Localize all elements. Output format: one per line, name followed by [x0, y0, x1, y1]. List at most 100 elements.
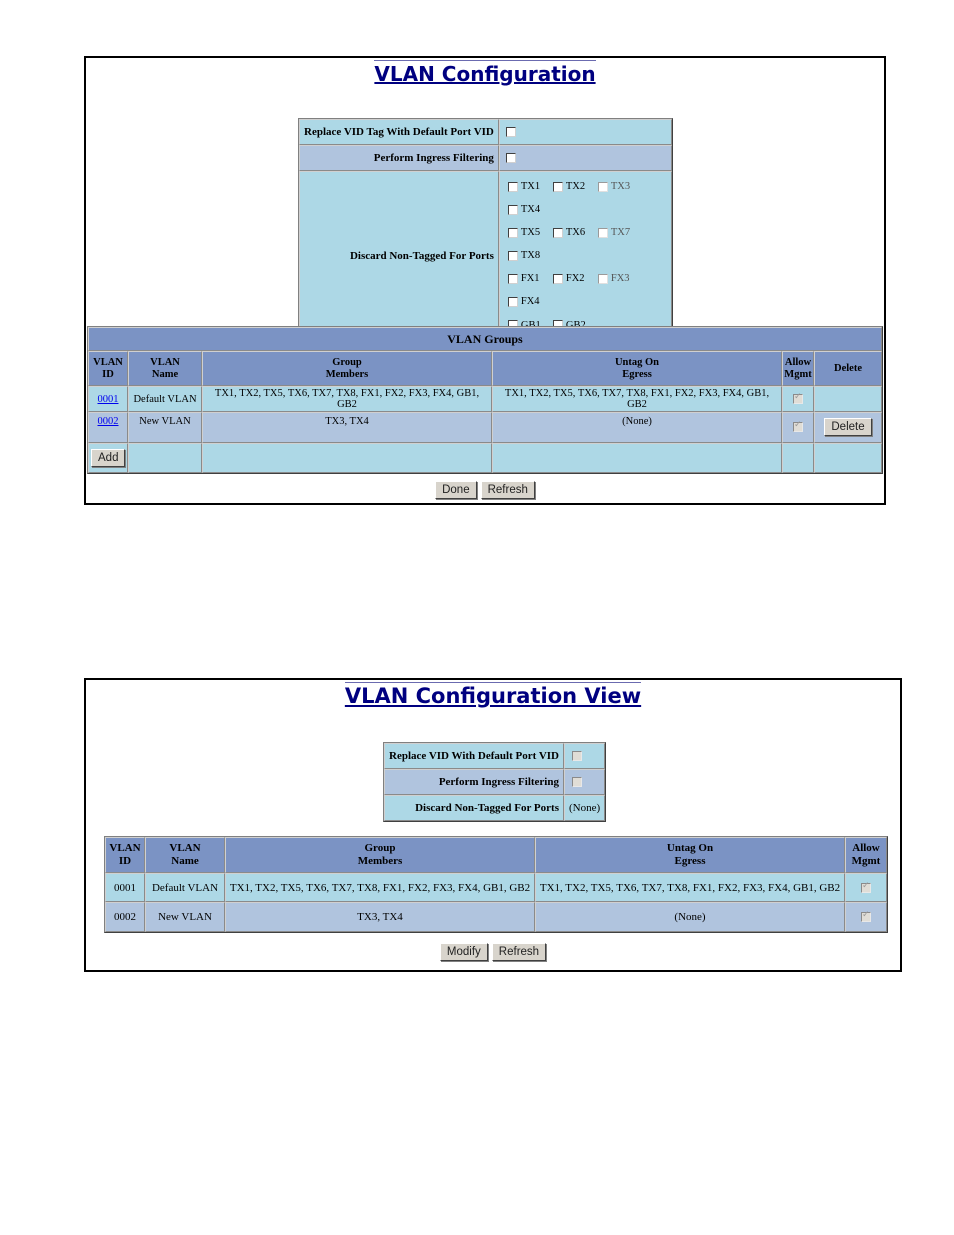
- refresh-button[interactable]: Refresh: [480, 481, 535, 499]
- table-header-row: VLAN ID VLAN Name Group Members Untag On Egr…: [88, 351, 882, 386]
- ingress-filtering-checkbox[interactable]: [505, 153, 516, 164]
- col-header-allow-mgmt: Allow Mgmt: [782, 351, 814, 386]
- allow-mgmt-checkbox: [861, 881, 871, 893]
- port-checkbox[interactable]: [507, 273, 518, 284]
- port-checkbox[interactable]: [552, 273, 563, 284]
- col-header-delete: Delete: [814, 351, 882, 386]
- replace-vid-checkbox[interactable]: [505, 127, 516, 138]
- port-checkbox[interactable]: [552, 227, 563, 238]
- untag-on-egress: (None): [535, 902, 845, 932]
- col-header-untag-on-egress: Untag On Egress: [535, 837, 845, 873]
- modify-button[interactable]: Modify: [439, 943, 488, 961]
- port-label: TX1: [520, 181, 541, 193]
- allow-mgmt-checkbox: [793, 392, 803, 405]
- col-header-group-members: Group Members: [202, 351, 492, 386]
- discard-non-tagged-label: Discard Non-Tagged For Ports: [299, 171, 499, 341]
- group-members: TX1, TX2, TX5, TX6, TX7, TX8, FX1, FX2, …: [202, 386, 492, 412]
- vlan-name: New VLAN: [128, 412, 202, 443]
- vlan-name: New VLAN: [145, 902, 225, 932]
- vlan-groups-caption: VLAN Groups: [88, 327, 882, 351]
- ingress-filtering-checkbox: [571, 777, 582, 788]
- port-label: TX6: [565, 227, 586, 239]
- discard-non-tagged-value: (None): [563, 795, 606, 821]
- port-option-fx1[interactable]: FX1: [507, 267, 553, 290]
- add-vlan-button[interactable]: Add: [91, 449, 126, 467]
- vlan-groups-table: VLAN Groups VLAN ID VLAN Name Group Members…: [87, 326, 883, 474]
- vlan-id-link[interactable]: 0001: [98, 394, 119, 405]
- port-option-fx4[interactable]: FX4: [507, 290, 553, 313]
- vlan-configuration-view-panel: VLAN Configuration View Replace VID With…: [84, 678, 902, 972]
- port-label: TX2: [565, 181, 586, 193]
- col-header-vlan-id: VLAN ID: [105, 837, 145, 873]
- allow-mgmt-checkbox: [793, 420, 803, 433]
- port-checkbox[interactable]: [507, 227, 518, 238]
- delete-cell-empty: [814, 386, 882, 412]
- discard-non-tagged-label: Discard Non-Tagged For Ports: [384, 795, 564, 821]
- port-label: FX3: [610, 273, 630, 285]
- vlan-settings-view: Replace VID With Default Port VID Perfor…: [383, 742, 607, 822]
- port-option-tx7[interactable]: TX7: [597, 221, 643, 244]
- table-row: 0002 New VLAN TX3, TX4 (None) Delete: [88, 412, 882, 443]
- port-label: TX5: [520, 227, 541, 239]
- col-header-vlan-name: VLAN Name: [145, 837, 225, 873]
- port-checkbox[interactable]: [507, 204, 518, 215]
- refresh-button[interactable]: Refresh: [491, 943, 547, 961]
- port-option-fx2[interactable]: FX2: [552, 267, 598, 290]
- port-checkbox[interactable]: [597, 273, 608, 284]
- vlan-id: 0002: [105, 902, 145, 932]
- port-checkbox[interactable]: [507, 250, 518, 261]
- port-checkbox[interactable]: [507, 297, 518, 308]
- page-actions: Done Refresh: [86, 480, 884, 499]
- ingress-filtering-label: Perform Ingress Filtering: [384, 769, 564, 795]
- discard-non-tagged-row: Discard Non-Tagged For Ports TX1 TX2 TX3 TX…: [299, 171, 672, 341]
- col-header-vlan-id: VLAN ID: [88, 351, 128, 386]
- col-header-allow-mgmt: Allow Mgmt: [845, 837, 887, 873]
- ingress-filtering-row: Perform Ingress Filtering: [384, 769, 606, 795]
- group-members: TX3, TX4: [202, 412, 492, 443]
- port-option-fx3[interactable]: FX3: [597, 267, 643, 290]
- discard-ports-group: TX1 TX2 TX3TX4 TX5 TX6 TX7TX8 FX1 FX2 FX3FX4 GB1 G…: [498, 171, 672, 341]
- port-checkbox[interactable]: [552, 181, 563, 192]
- port-option-tx3[interactable]: TX3: [597, 175, 643, 198]
- vlan-id-link[interactable]: 0002: [98, 416, 119, 427]
- port-option-tx8[interactable]: TX8: [507, 244, 553, 267]
- port-label: TX3: [610, 181, 631, 193]
- col-header-group-members: Group Members: [225, 837, 535, 873]
- port-checkbox[interactable]: [507, 181, 518, 192]
- group-members: TX3, TX4: [225, 902, 535, 932]
- port-label: TX7: [610, 227, 631, 239]
- vlan-groups-view-table: VLAN ID VLAN Name Group Members Untag On Egr…: [104, 836, 888, 933]
- delete-vlan-button[interactable]: Delete: [824, 418, 872, 436]
- untag-on-egress: TX1, TX2, TX5, TX6, TX7, TX8, FX1, FX2, …: [535, 873, 845, 902]
- vlan-name: Default VLAN: [145, 873, 225, 902]
- port-checkbox[interactable]: [597, 227, 608, 238]
- port-label: FX1: [520, 273, 540, 285]
- ingress-filtering-label: Perform Ingress Filtering: [299, 145, 499, 171]
- ingress-filtering-row: Perform Ingress Filtering: [299, 145, 672, 171]
- add-row: Add: [88, 443, 882, 473]
- table-header-row: VLAN ID VLAN Name Group Members Untag On Egr…: [105, 837, 887, 873]
- port-option-tx4[interactable]: TX4: [507, 198, 553, 221]
- untag-on-egress: TX1, TX2, TX5, TX6, TX7, TX8, FX1, FX2, …: [492, 386, 782, 412]
- port-option-tx2[interactable]: TX2: [552, 175, 598, 198]
- page-actions: Modify Refresh: [86, 942, 900, 961]
- replace-vid-label: Replace VID Tag With Default Port VID: [299, 119, 499, 145]
- port-label: TX8: [520, 250, 541, 262]
- port-option-tx6[interactable]: TX6: [552, 221, 598, 244]
- port-checkbox[interactable]: [597, 181, 608, 192]
- port-option-tx1[interactable]: TX1: [507, 175, 553, 198]
- vlan-configuration-panel: VLAN Configuration Replace VID Tag With …: [84, 56, 886, 505]
- replace-vid-label: Replace VID With Default Port VID: [384, 743, 564, 769]
- port-label: TX4: [520, 204, 541, 216]
- port-option-tx5[interactable]: TX5: [507, 221, 553, 244]
- table-row: 0002 New VLAN TX3, TX4 (None): [105, 902, 887, 932]
- discard-non-tagged-row: Discard Non-Tagged For Ports (None): [384, 795, 606, 821]
- replace-vid-checkbox: [571, 751, 582, 762]
- table-row: 0001 Default VLAN TX1, TX2, TX5, TX6, TX…: [105, 873, 887, 902]
- table-row: 0001 Default VLAN TX1, TX2, TX5, TX6, TX…: [88, 386, 882, 412]
- replace-vid-row: Replace VID Tag With Default Port VID: [299, 119, 672, 145]
- group-members: TX1, TX2, TX5, TX6, TX7, TX8, FX1, FX2, …: [225, 873, 535, 902]
- port-label: FX4: [520, 296, 540, 308]
- allow-mgmt-checkbox: [861, 910, 871, 923]
- done-button[interactable]: Done: [435, 481, 477, 499]
